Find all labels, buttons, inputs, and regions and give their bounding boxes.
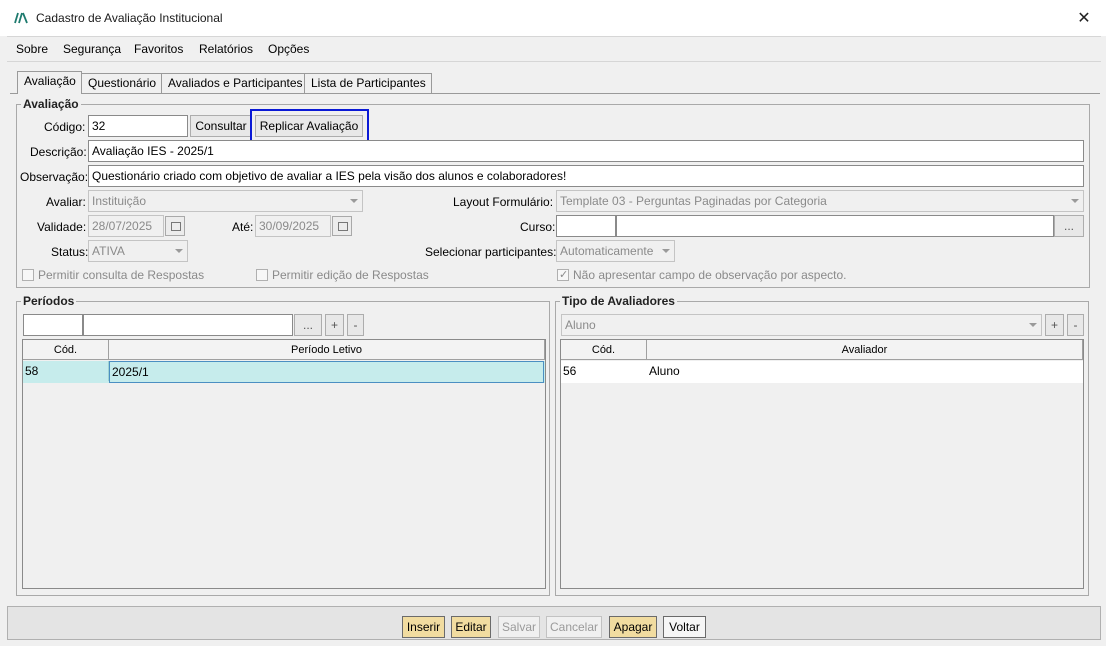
cancelar-button[interactable]: Cancelar xyxy=(546,616,602,638)
avaliacao-group-title: Avaliação xyxy=(21,97,81,111)
avaliador-add-button[interactable]: + xyxy=(1045,314,1064,336)
chevron-down-icon xyxy=(175,249,183,253)
codigo-label: Código: xyxy=(44,120,86,134)
curso-name-input[interactable] xyxy=(616,215,1054,237)
inserir-button[interactable]: Inserir xyxy=(402,616,445,638)
periodo-code-input[interactable] xyxy=(23,314,83,336)
col-header-periodo-letivo[interactable]: Período Letivo xyxy=(109,340,545,360)
descricao-input[interactable]: Avaliação IES - 2025/1 xyxy=(88,140,1084,162)
chevron-down-icon xyxy=(1071,199,1079,203)
observacao-label: Observação: xyxy=(20,170,89,184)
curso-code-input[interactable] xyxy=(556,215,616,237)
apagar-button[interactable]: Apagar xyxy=(609,616,657,638)
selecionar-participantes-select[interactable]: Automaticamente xyxy=(556,240,675,262)
window-title: Cadastro de Avaliação Institucional xyxy=(36,11,223,25)
tab-avaliados-participantes[interactable]: Avaliados e Participantes xyxy=(161,73,309,93)
avaliar-select-value: Instituição xyxy=(92,194,147,208)
status-select[interactable]: ATIVA xyxy=(88,240,188,262)
menu-seguranca[interactable]: Segurança xyxy=(63,42,121,56)
periodo-search-button[interactable]: ... xyxy=(294,314,322,336)
ate-label: Até: xyxy=(232,220,254,234)
chevron-down-icon xyxy=(662,249,670,253)
calendar-icon[interactable] xyxy=(165,216,185,236)
periodos-grid: Cód. Período Letivo 58 2025/1 xyxy=(22,339,546,589)
col-header-cod[interactable]: Cód. xyxy=(561,340,647,360)
layout-formulario-select[interactable]: Template 03 - Perguntas Paginadas por Ca… xyxy=(556,190,1084,212)
table-row[interactable]: 56 Aluno xyxy=(561,361,1083,383)
validade-input[interactable]: 28/07/2025 xyxy=(88,215,164,237)
replicar-avaliacao-button[interactable]: Replicar Avaliação xyxy=(255,115,363,137)
periodos-group-title: Períodos xyxy=(21,294,77,308)
periodo-remove-button[interactable]: - xyxy=(347,314,364,336)
cell-avaliador: Aluno xyxy=(649,364,680,378)
tab-lista-participantes[interactable]: Lista de Participantes xyxy=(304,73,432,93)
title-bar: Cadastro de Avaliação Institucional ✕ xyxy=(0,0,1106,36)
avaliadores-group-title: Tipo de Avaliadores xyxy=(560,294,677,308)
validade-label: Validade: xyxy=(37,220,87,234)
periodo-name-input[interactable] xyxy=(83,314,293,336)
menu-favoritos[interactable]: Favoritos xyxy=(134,42,183,56)
tab-avaliacao[interactable]: Avaliação xyxy=(17,71,82,94)
action-bar: Inserir Editar Salvar Cancelar Apagar Vo… xyxy=(7,606,1101,640)
avaliar-label: Avaliar: xyxy=(46,195,86,209)
menu-bar: Sobre Segurança Favoritos Relatórios Opç… xyxy=(7,36,1101,62)
periodo-add-button[interactable]: + xyxy=(325,314,344,336)
avaliadores-grid: Cód. Avaliador 56 Aluno xyxy=(560,339,1084,589)
table-row[interactable]: 58 2025/1 xyxy=(23,361,545,383)
avaliar-select[interactable]: Instituição xyxy=(88,190,363,212)
avaliador-remove-button[interactable]: - xyxy=(1067,314,1084,336)
tab-questionario[interactable]: Questionário xyxy=(81,73,163,93)
cell-periodo: 2025/1 xyxy=(109,361,544,383)
selecionar-participantes-value: Automaticamente xyxy=(560,244,654,258)
curso-search-button[interactable]: ... xyxy=(1054,215,1084,237)
status-label: Status: xyxy=(51,245,89,259)
editar-button[interactable]: Editar xyxy=(451,616,491,638)
checkbox-box xyxy=(256,269,268,281)
curso-label: Curso: xyxy=(520,220,556,234)
menu-opcoes[interactable]: Opções xyxy=(268,42,309,56)
checkbox-box xyxy=(22,269,34,281)
avaliador-select-value: Aluno xyxy=(565,318,596,332)
nao-apresentar-observacao-label: Não apresentar campo de observação por a… xyxy=(573,268,847,282)
tab-panel-border xyxy=(10,93,1100,94)
status-select-value: ATIVA xyxy=(92,244,125,258)
checkbox-checked-icon xyxy=(557,268,569,281)
descricao-label: Descrição: xyxy=(30,145,87,159)
permitir-edicao-label: Permitir edição de Respostas xyxy=(272,268,429,282)
voltar-button[interactable]: Voltar xyxy=(663,616,706,638)
permitir-consulta-checkbox[interactable]: Permitir consulta de Respostas xyxy=(22,268,204,282)
ate-input[interactable]: 30/09/2025 xyxy=(255,215,331,237)
observacao-input[interactable]: Questionário criado com objetivo de aval… xyxy=(88,165,1084,187)
chevron-down-icon xyxy=(350,199,358,203)
col-header-avaliador[interactable]: Avaliador xyxy=(647,340,1083,360)
salvar-button[interactable]: Salvar xyxy=(498,616,540,638)
avaliador-select[interactable]: Aluno xyxy=(561,314,1042,336)
codigo-input[interactable]: 32 xyxy=(88,115,188,137)
col-header-cod[interactable]: Cód. xyxy=(23,340,109,360)
chevron-down-icon xyxy=(1029,323,1037,327)
app-logo-icon xyxy=(14,12,28,24)
cell-cod: 56 xyxy=(563,364,577,378)
permitir-edicao-checkbox[interactable]: Permitir edição de Respostas xyxy=(256,268,429,282)
layout-formulario-value: Template 03 - Perguntas Paginadas por Ca… xyxy=(560,194,827,208)
consultar-button[interactable]: Consultar xyxy=(190,115,252,137)
selecionar-participantes-label: Selecionar participantes: xyxy=(425,245,557,259)
close-icon[interactable]: ✕ xyxy=(1062,0,1106,36)
permitir-consulta-label: Permitir consulta de Respostas xyxy=(38,268,205,282)
menu-relatorios[interactable]: Relatórios xyxy=(199,42,253,56)
calendar-icon[interactable] xyxy=(332,216,352,236)
menu-sobre[interactable]: Sobre xyxy=(16,42,48,56)
cell-cod: 58 xyxy=(23,361,109,381)
nao-apresentar-observacao-checkbox[interactable]: Não apresentar campo de observação por a… xyxy=(557,268,847,282)
layout-formulario-label: Layout Formulário: xyxy=(453,195,554,209)
